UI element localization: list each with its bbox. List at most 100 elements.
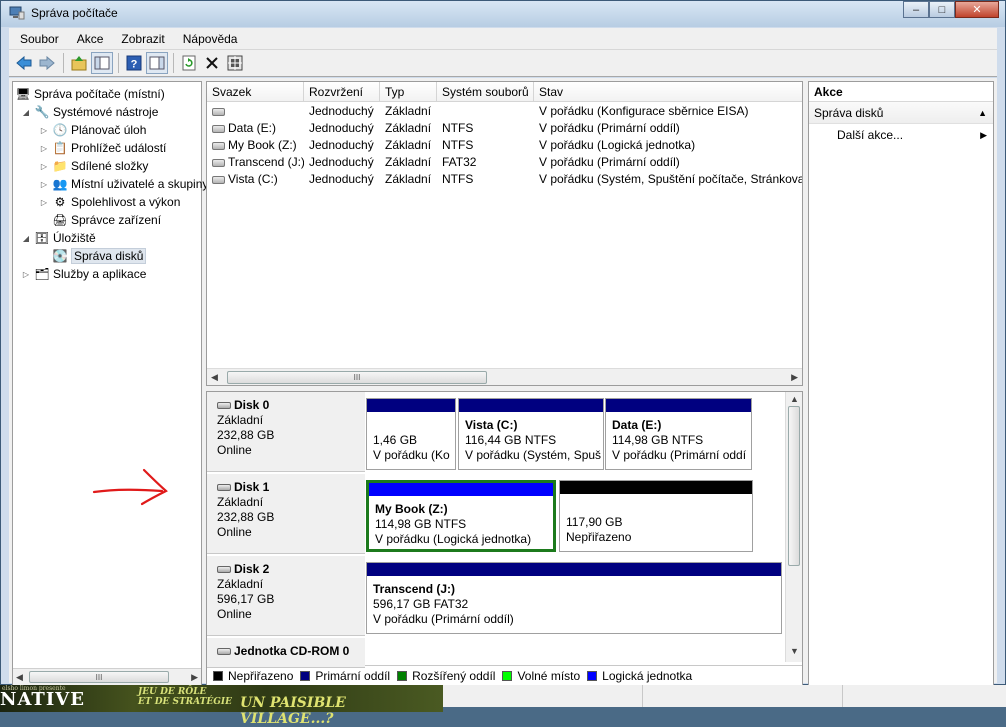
rescan-icon[interactable] <box>224 52 246 74</box>
properties-icon[interactable] <box>146 52 168 74</box>
partition-size: 596,17 GB FAT32 <box>373 597 469 611</box>
disk-name: Disk 2 <box>234 562 270 576</box>
tree-item[interactable]: ▷ 🗂 Služby a aplikace <box>21 265 146 283</box>
close-button[interactable]: ✕ <box>955 1 999 18</box>
tree-item[interactable]: ◢ 🗄 Úložiště <box>21 229 96 247</box>
title-bar[interactable]: Správa počítače – □ ✕ <box>1 1 1005 27</box>
table-row[interactable]: Data (E:) Jednoduchý Základní NTFS V pořádku… <box>207 120 802 137</box>
advertisement-banner[interactable]: elsho limon presente NATIVE JEU DE RÔLE E… <box>0 685 443 727</box>
status-cell <box>443 685 643 707</box>
column-header-stav[interactable]: Stav <box>534 82 802 102</box>
table-row[interactable]: Jednoduchý Základní V pořádku (Konfigurace… <box>207 103 802 120</box>
menu-akce[interactable]: Akce <box>66 32 111 46</box>
actions-section-disk-management[interactable]: Správa disků ▲ <box>809 102 993 124</box>
table-cell: Základní <box>380 120 437 137</box>
tree-item[interactable]: ▷ 📁 Sdílené složky <box>39 157 148 175</box>
expanded-icon[interactable]: ◢ <box>21 108 31 117</box>
vertical-scrollbar[interactable]: ▲ ▼ <box>785 392 802 662</box>
tree-item[interactable]: ▷ ⚙ Spolehlivost a výkon <box>39 193 180 211</box>
tree-item[interactable]: 🖥 Správa počítače (místní) <box>15 85 164 103</box>
partition-block[interactable]: Data (E:) 114,98 GB NTFS V pořádku (Primár… <box>605 398 752 470</box>
table-cell: My Book (Z:) <box>207 137 304 154</box>
scrollbar-thumb[interactable]: III <box>29 671 169 683</box>
disk-size: 596,17 GB <box>217 592 275 606</box>
scroll-left-icon[interactable]: ◀ <box>211 372 218 383</box>
more-actions-link[interactable]: Další akce... ▶ <box>809 124 993 146</box>
scroll-right-icon[interactable]: ▶ <box>191 672 198 683</box>
table-cell: V pořádku (Primární oddíl) <box>534 120 802 137</box>
partition-details: Transcend (J:) 596,17 GB FAT32 V pořádku (… <box>367 576 781 627</box>
minimize-button[interactable]: – <box>903 1 929 18</box>
refresh-icon[interactable] <box>178 52 200 74</box>
menu-napoveda[interactable]: Nápověda <box>172 32 245 46</box>
scroll-down-icon[interactable]: ▼ <box>790 646 799 656</box>
column-header-svazek[interactable]: Svazek <box>207 82 304 102</box>
table-cell: V pořádku (Logická jednotka) <box>534 137 802 154</box>
forward-icon[interactable] <box>36 52 58 74</box>
tree-item[interactable]: ▷ 📋 Prohlížeč událostí <box>39 139 166 157</box>
menu-zobrazit[interactable]: Zobrazit <box>110 32 171 46</box>
menu-soubor[interactable]: Soubor <box>9 32 66 46</box>
disk-info[interactable]: Disk 1 Základní 232,88 GB Online <box>207 474 365 554</box>
partition-color-bar <box>459 399 603 412</box>
show-hide-tree-icon[interactable] <box>91 52 113 74</box>
disk-icon <box>217 648 231 656</box>
collapsed-icon[interactable]: ▷ <box>39 162 49 171</box>
delete-icon[interactable] <box>201 52 223 74</box>
disk-info[interactable]: Jednotka CD-ROM 0 <box>207 638 365 668</box>
column-header-typ[interactable]: Typ <box>380 82 437 102</box>
tree-item[interactable]: ▷ 🕓 Plánovač úloh <box>39 121 146 139</box>
volume-icon <box>212 107 225 116</box>
legend-swatch <box>300 670 311 681</box>
partition-block[interactable]: Vista (C:) 116,44 GB NTFS V pořádku (Systé… <box>458 398 604 470</box>
table-cell-text: V pořádku (Systém, Spuštění počítače, St… <box>539 172 802 186</box>
disk-info[interactable]: Disk 2 Základní 596,17 GB Online <box>207 556 365 636</box>
back-icon[interactable] <box>13 52 35 74</box>
partition-status: V pořádku (Primární oddíl) <box>373 612 514 626</box>
storage-icon: 🗄 <box>34 231 50 245</box>
tree-item-label: Místní uživatelé a skupiny <box>71 177 209 191</box>
partition-color-bar <box>560 481 752 494</box>
expanded-icon[interactable]: ◢ <box>21 234 31 243</box>
scroll-right-icon[interactable]: ▶ <box>791 372 798 383</box>
partition-status: V pořádku (Systém, Spuš <box>465 448 602 462</box>
partition-details: 117,90 GB Nepřiřazeno <box>560 494 752 545</box>
partition-block[interactable]: Transcend (J:) 596,17 GB FAT32 V pořádku (… <box>366 562 782 634</box>
horizontal-scrollbar[interactable]: ◀ III ▶ <box>207 368 802 385</box>
status-cell <box>643 685 843 707</box>
partition-block[interactable]: My Book (Z:) 114,98 GB NTFS V pořádku (Log… <box>366 480 556 552</box>
center-pane: Svazek Rozvržení Typ Systém souborů Stav… <box>206 81 803 686</box>
collapsed-icon[interactable]: ▷ <box>39 180 49 189</box>
tree-item[interactable]: ◢ 🔧 Systémové nástroje <box>21 103 158 121</box>
collapsed-icon[interactable]: ▷ <box>39 198 49 207</box>
table-row[interactable]: My Book (Z:) Jednoduchý Základní NTFS V pořá… <box>207 137 802 154</box>
horizontal-scrollbar[interactable]: ◀ III ▶ <box>13 668 201 685</box>
column-header-rozvrzeni[interactable]: Rozvržení <box>304 82 380 102</box>
collapsed-icon[interactable]: ▷ <box>39 144 49 153</box>
up-icon[interactable] <box>68 52 90 74</box>
tree-item[interactable]: ▷ 👥 Místní uživatelé a skupiny <box>39 175 208 193</box>
toolbar-separator <box>173 53 174 73</box>
disk-info[interactable]: Disk 0 Základní 232,88 GB Online <box>207 392 365 472</box>
event-viewer-icon: 📋 <box>52 141 68 155</box>
help-icon[interactable]: ? <box>123 52 145 74</box>
scroll-up-icon[interactable]: ▲ <box>790 394 799 404</box>
window-title: Správa počítače <box>31 6 118 20</box>
collapsed-icon[interactable]: ▷ <box>39 126 49 135</box>
table-row[interactable]: Vista (C:) Jednoduchý Základní NTFS V pořádk… <box>207 171 802 188</box>
partition-size: 114,98 GB NTFS <box>375 517 467 531</box>
tree-item[interactable]: 💽 Správa disků <box>39 247 147 265</box>
tree-item[interactable]: 🖨 Správce zařízení <box>39 211 161 229</box>
collapsed-icon[interactable]: ▷ <box>21 270 31 279</box>
maximize-button[interactable]: □ <box>929 1 955 18</box>
partition-block[interactable]: 117,90 GB Nepřiřazeno <box>559 480 753 552</box>
volume-list: Svazek Rozvržení Typ Systém souborů Stav… <box>206 81 803 386</box>
column-header-system-souboru[interactable]: Systém souborů <box>437 82 534 102</box>
partition-block[interactable]: 1,46 GB V pořádku (Ko <box>366 398 456 470</box>
collapse-icon[interactable]: ▲ <box>978 102 987 124</box>
chevron-right-icon: ▶ <box>980 130 987 140</box>
table-row[interactable]: Transcend (J:) Jednoduchý Základní FAT32 V p… <box>207 154 802 171</box>
scroll-left-icon[interactable]: ◀ <box>16 672 23 683</box>
scrollbar-thumb[interactable]: III <box>227 371 487 384</box>
scrollbar-thumb[interactable] <box>788 406 800 566</box>
